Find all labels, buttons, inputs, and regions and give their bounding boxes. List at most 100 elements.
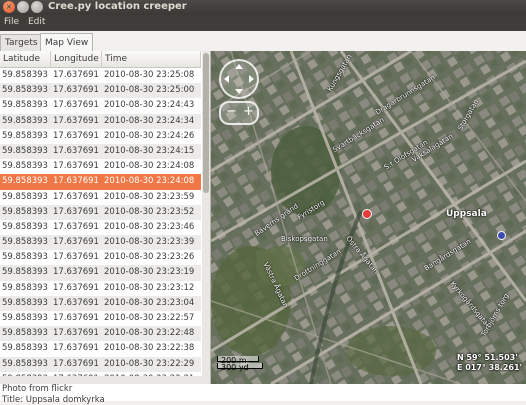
latitude-cell: 59.858393	[2, 297, 48, 308]
table-row[interactable]: 59.858393 17.637691 2010-08-30 23:23:26	[0, 250, 201, 266]
coordinate-east: E 017° 38.261'	[456, 363, 522, 372]
scrollbar-thumb[interactable]	[203, 53, 209, 193]
latitude-cell: 59.858393	[2, 267, 48, 278]
table-row[interactable]: 59.858393 17.637691 2010-08-30 23:22:29	[0, 356, 201, 372]
longitude-cell: 17.637691	[53, 85, 99, 96]
menu-edit[interactable]: Edit	[28, 17, 45, 27]
coordinate-north: N 59° 51.503'	[456, 353, 518, 362]
longitude-cell: 17.637691	[53, 267, 99, 278]
table-row[interactable]: 59.858393 17.637691 2010-08-30 23:23:46	[0, 219, 201, 236]
photo-source: Photo from flickr	[2, 384, 73, 394]
latitude-cell: 59.858393	[2, 343, 48, 354]
menu-bar: File Edit	[0, 15, 526, 31]
latitude-cell: 59.858393	[2, 145, 48, 156]
table-row[interactable]: 59.858393 17.637691 2010-08-30 23:24:26	[0, 128, 201, 144]
table-row[interactable]: 59.858393 17.637691 2010-08-30 23:22:38	[0, 341, 201, 357]
latitude-cell: 59.858393	[2, 130, 48, 141]
latitude-cell: 59.858393	[2, 115, 48, 126]
city-label: Uppsala	[446, 209, 487, 219]
longitude-cell: 17.637691	[53, 237, 99, 248]
time-cell: 2010-08-30 23:24:15	[104, 145, 195, 156]
table-row[interactable]: 59.858393 17.637691 2010-08-30 23:23:52	[0, 204, 201, 220]
table-row[interactable]: 59.858393 17.637691 2010-08-30 23:25:00	[0, 83, 201, 99]
longitude-cell: 17.637691	[53, 115, 99, 126]
column-header-latitude[interactable]: Latitude	[0, 51, 51, 67]
latitude-cell: 59.858393	[2, 358, 48, 369]
time-cell: 2010-08-30 23:24:08	[104, 176, 195, 187]
table-row[interactable]: 59.858393 17.637691 2010-08-30 23:24:34	[0, 113, 201, 129]
column-header-longitude[interactable]: Longitude	[51, 51, 102, 67]
longitude-cell: 17.637691	[53, 161, 99, 172]
latitude-cell: 59.858393	[2, 328, 48, 339]
table-row[interactable]: 59.858393 17.637691 2010-08-30 23:23:19	[0, 265, 201, 281]
location-list: Latitude Longitude Time 59.858393 17.6376…	[0, 51, 211, 384]
longitude-cell: 17.637691	[53, 145, 99, 156]
latitude-cell: 59.858393	[2, 70, 48, 80]
time-cell: 2010-08-30 23:23:39	[104, 237, 195, 248]
pan-down-arrow-icon[interactable]	[235, 89, 243, 94]
latitude-cell: 59.858393	[2, 191, 48, 202]
time-cell: 2010-08-30 23:23:12	[104, 282, 195, 293]
table-row[interactable]: 59.858393 17.637691 2010-08-30 23:23:59	[0, 189, 201, 205]
time-cell: 2010-08-30 23:23:46	[104, 221, 195, 232]
table-row[interactable]: 59.858393 17.637691 2010-08-30 23:24:08	[0, 174, 201, 190]
latitude-cell: 59.858393	[2, 85, 48, 96]
minimize-window-button[interactable]	[17, 1, 29, 13]
pan-left-arrow-icon[interactable]	[224, 75, 229, 83]
time-cell: 2010-08-30 23:23:26	[104, 252, 195, 263]
table-row[interactable]: 59.858393 17.637691 2010-08-30 23:23:04	[0, 295, 201, 311]
latitude-cell: 59.858393	[2, 237, 48, 248]
table-row[interactable]: 59.858393 17.637691 2010-08-30 23:24:08	[0, 159, 201, 175]
table-row[interactable]: 59.858393 17.637691 2010-08-30 23:24:15	[0, 143, 201, 160]
location-marker-icon[interactable]	[362, 209, 372, 219]
map-scale: 200 m 300 yd	[217, 356, 263, 372]
longitude-cell: 17.637691	[53, 206, 99, 217]
table-body: 59.858393 17.637691 2010-08-30 23:25:08 59.…	[0, 68, 201, 384]
longitude-cell: 17.637691	[53, 100, 99, 111]
longitude-cell: 17.637691	[53, 252, 99, 263]
time-cell: 2010-08-30 23:22:29	[104, 358, 195, 369]
pan-up-arrow-icon[interactable]	[235, 64, 243, 69]
table-row[interactable]: 59.858393 17.637691 2010-08-30 23:22:57	[0, 311, 201, 327]
maximize-window-button[interactable]	[31, 1, 43, 13]
time-cell: 2010-08-30 23:22:48	[104, 328, 195, 339]
table-row[interactable]: 59.858393 17.637691 2010-08-30 23:23:12	[0, 280, 201, 296]
time-cell: 2010-08-30 23:22:57	[104, 313, 195, 323]
tab-targets[interactable]: Targets	[0, 34, 43, 51]
map-view[interactable]: Kungsgatan Vaksalagatan Svartbäcksgatan …	[211, 51, 526, 384]
longitude-cell: 17.637691	[53, 191, 99, 202]
latitude-cell: 59.858393	[2, 176, 48, 187]
tab-map-view[interactable]: Map View	[40, 33, 94, 52]
street-label: Biskopsgatan	[281, 235, 328, 243]
table-row[interactable]: 59.858393 17.637691 2010-08-30 23:25:08	[0, 68, 201, 84]
time-cell: 2010-08-30 23:24:26	[104, 130, 195, 141]
latitude-cell: 59.858393	[2, 282, 48, 293]
longitude-cell: 17.637691	[53, 358, 99, 369]
close-window-button[interactable]: ×	[3, 1, 15, 13]
latitude-cell: 59.858393	[2, 161, 48, 172]
table-row[interactable]: 59.858393 17.637691 2010-08-30 23:23:39	[0, 235, 201, 251]
zoom-in-icon[interactable]: +	[243, 103, 254, 121]
longitude-cell: 17.637691	[53, 282, 99, 293]
time-cell: 2010-08-30 23:24:43	[104, 100, 195, 111]
longitude-cell: 17.637691	[53, 130, 99, 141]
column-header-time[interactable]: Time	[102, 51, 201, 67]
longitude-cell: 17.637691	[53, 328, 99, 339]
zoom-control[interactable]: − +	[219, 101, 259, 125]
latitude-cell: 59.858393	[2, 252, 48, 263]
latitude-cell: 59.858393	[2, 313, 48, 323]
menu-file[interactable]: File	[4, 17, 19, 27]
horizontal-scrollbar[interactable]	[0, 376, 210, 384]
vertical-scrollbar[interactable]	[202, 51, 210, 384]
pan-right-arrow-icon[interactable]	[249, 75, 254, 83]
title-bar: × Cree.py location creeper	[0, 0, 526, 15]
photo-info-panel: Photo from flickr Title: Uppsala domkyrk…	[0, 384, 526, 405]
time-cell: 2010-08-30 23:23:52	[104, 206, 195, 217]
pan-control[interactable]	[219, 59, 259, 99]
time-cell: 2010-08-30 23:23:59	[104, 191, 195, 202]
table-row[interactable]: 59.858393 17.637691 2010-08-30 23:22:48	[0, 326, 201, 342]
tab-bar: Targets Map View	[0, 31, 526, 52]
zoom-out-icon[interactable]: −	[226, 103, 237, 121]
time-cell: 2010-08-30 23:22:38	[104, 343, 195, 354]
table-row[interactable]: 59.858393 17.637691 2010-08-30 23:24:43	[0, 98, 201, 114]
